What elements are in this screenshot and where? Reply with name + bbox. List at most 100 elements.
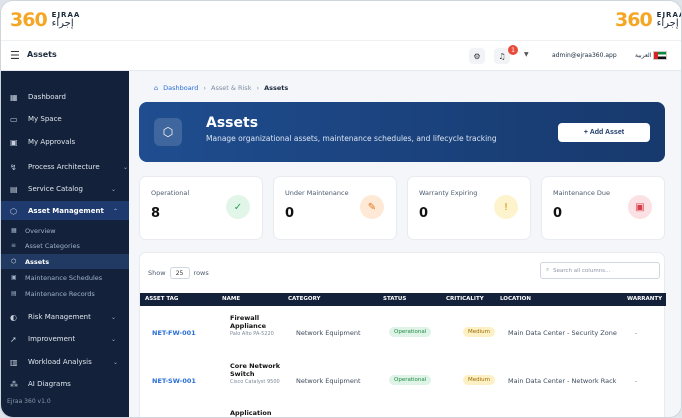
stat-label: Under Maintenance xyxy=(285,189,349,197)
sidebar-item-dashboard[interactable]: ▦ Dashboard xyxy=(1,87,129,107)
column-header[interactable]: LOCATION xyxy=(500,296,531,302)
sidebar-sub-maintenance-schedules[interactable]: ▣ Maintenance Schedules xyxy=(1,270,129,285)
column-header[interactable]: CRITICALITY xyxy=(446,296,484,302)
stat-label: Operational xyxy=(151,189,190,197)
asset-name-text: Core Network Switch xyxy=(230,362,281,378)
sidebar-sub-assets[interactable]: ⬡ Assets xyxy=(1,254,129,269)
calendar-icon: ▣ xyxy=(628,195,652,219)
stat-value: 0 xyxy=(285,206,295,221)
brand-name-ar: إجراء xyxy=(51,17,74,29)
brand-name-ar-right: إجراء xyxy=(656,17,679,29)
add-asset-button[interactable]: + Add Asset xyxy=(558,123,650,142)
column-header[interactable]: CATEGORY xyxy=(288,296,320,302)
table-row[interactable]: Application xyxy=(140,408,666,417)
sidebar-item-asset-management[interactable]: ⬡ Asset Management ⌃ xyxy=(1,201,129,221)
version-label: Ejraa 360 v1.0 xyxy=(7,398,51,405)
stat-value: 8 xyxy=(151,206,161,221)
sidebar-item-label: Improvement xyxy=(28,335,76,343)
page-size-control: Show 25 rows xyxy=(148,267,209,279)
asset-model: Palo Alto PA-5220 xyxy=(230,330,274,337)
page-header-banner: ⬡ Assets Manage organizational assets, m… xyxy=(139,102,665,162)
asset-tag-link[interactable]: NET-FW-001 xyxy=(152,329,196,337)
breadcrumb-parent[interactable]: Asset & Risk xyxy=(211,84,251,92)
chevron-down-icon[interactable]: ▼ xyxy=(524,51,529,58)
sidebar-item-label: Process Architecture xyxy=(28,163,100,171)
sidebar-item-my-space[interactable]: ▭ My Space xyxy=(1,109,129,129)
breadcrumb-separator: › xyxy=(256,84,260,92)
brand-logo[interactable]: 360 EJRAA إجراء xyxy=(10,9,80,31)
column-header[interactable]: WARRANTY xyxy=(627,296,662,302)
sidebar-item-ai-diagrams[interactable]: ⁂ AI Diagrams xyxy=(1,374,129,394)
page-size-value: 25 xyxy=(175,269,184,277)
user-email[interactable]: admin@ejraa360.app xyxy=(552,52,617,59)
sidebar-sub-overview[interactable]: ▦ Overview xyxy=(1,223,129,238)
asset-name: Firewall Appliance Palo Alto PA-5220 xyxy=(230,314,290,337)
status-badge: Operational xyxy=(389,375,432,385)
shield-alert-icon: ! xyxy=(494,195,518,219)
stat-value: 0 xyxy=(553,206,563,221)
asset-name-text: Application xyxy=(230,409,272,417)
sidebar-sub-maintenance-records[interactable]: ▤ Maintenance Records xyxy=(1,286,129,301)
sidebar-item-service-catalog[interactable]: ▤ Service Catalog ⌄ xyxy=(1,179,129,199)
home-icon[interactable]: ⌂ xyxy=(154,84,158,92)
main-content: ⌂ Dashboard › Asset & Risk › Assets ⬡ As… xyxy=(129,71,681,417)
app-window: 360 EJRAAإجراء 360 EJRAAإجراء ☰ Assets ⚙… xyxy=(0,0,682,418)
page-size-select[interactable]: 25 xyxy=(169,267,190,279)
language-toggle[interactable]: العربية xyxy=(635,52,651,59)
stat-card-operational: Operational 8 ✓ xyxy=(139,176,263,240)
asset-category: Network Equipment xyxy=(296,377,361,385)
chevron-up-icon: ⌃ xyxy=(113,207,119,215)
assets-table: Show 25 rows ⌕ Search all columns... ASS… xyxy=(139,252,666,417)
chevron-down-icon: ⌄ xyxy=(123,163,129,171)
sidebar-sub-label: Maintenance Schedules xyxy=(25,273,103,282)
search-input[interactable]: ⌕ Search all columns... xyxy=(540,262,660,279)
criticality-badge: Medium xyxy=(463,375,495,385)
sidebar-item-label: My Approvals xyxy=(28,138,76,146)
robot-icon[interactable]: ⚙ xyxy=(469,48,485,64)
calendar-icon: ▣ xyxy=(11,274,17,281)
folder-icon: ▭ xyxy=(10,114,18,124)
catalog-icon: ▤ xyxy=(10,184,18,194)
chart-icon: ▥ xyxy=(10,357,18,367)
dashboard-icon: ▦ xyxy=(10,92,18,102)
cube-icon: ⬡ xyxy=(10,206,17,216)
flow-icon: ↯ xyxy=(10,162,17,172)
clipboard-icon: ▤ xyxy=(11,290,17,297)
table-row[interactable]: NET-FW-001 Firewall Appliance Palo Alto P… xyxy=(140,313,666,355)
menu-icon[interactable]: ☰ xyxy=(10,49,20,62)
asset-name-text: Firewall Appliance xyxy=(230,314,267,330)
stat-value: 0 xyxy=(419,206,429,221)
cube-icon: ⬡ xyxy=(154,118,182,146)
search-placeholder: Search all columns... xyxy=(553,267,611,274)
chevron-down-icon: ⌄ xyxy=(111,335,117,343)
sidebar-item-my-approvals[interactable]: ▣ My Approvals xyxy=(1,132,129,152)
flag-icon[interactable] xyxy=(653,51,667,60)
asset-category: Network Equipment xyxy=(296,329,361,337)
column-header[interactable]: ASSET TAG xyxy=(145,296,178,302)
list-icon: ≡ xyxy=(11,242,17,249)
breadcrumb-home[interactable]: Dashboard xyxy=(163,84,198,92)
sidebar-sub-asset-categories[interactable]: ≡ Asset Categories xyxy=(1,238,129,253)
column-header[interactable]: NAME xyxy=(222,296,240,302)
stat-label: Warranty Expiring xyxy=(419,189,478,197)
sidebar: ▦ Dashboard ▭ My Space ▣ My Approvals ↯ Proc… xyxy=(1,71,129,417)
page-subtitle: Manage organizational assets, maintenanc… xyxy=(206,134,497,143)
table-header: ASSET TAG NAME CATEGORY STATUS CRITICALI… xyxy=(140,293,666,306)
table-row[interactable]: NET-SW-001 Core Network Switch Cisco Cata… xyxy=(140,361,666,403)
sidebar-item-process-architecture[interactable]: ↯ Process Architecture ⌄ xyxy=(1,157,129,177)
clipboard-icon: ▣ xyxy=(10,137,18,147)
sidebar-item-label: Workload Analysis xyxy=(28,358,92,366)
breadcrumb-separator: › xyxy=(203,84,207,92)
asset-location: Main Data Center - Security Zone xyxy=(508,329,617,337)
sidebar-item-risk-management[interactable]: ◐ Risk Management ⌄ xyxy=(1,307,129,327)
sidebar-item-workload-analysis[interactable]: ▥ Workload Analysis ⌄ xyxy=(1,352,129,372)
sidebar-item-improvement[interactable]: ➚ Improvement ⌄ xyxy=(1,329,129,349)
sidebar-item-label: Asset Management xyxy=(28,207,104,215)
sidebar-sub-label: Asset Categories xyxy=(25,241,80,250)
breadcrumb-current: Assets xyxy=(264,84,289,92)
asset-tag-link[interactable]: NET-SW-001 xyxy=(152,377,196,385)
sidebar-item-label: AI Diagrams xyxy=(28,380,71,388)
column-header[interactable]: STATUS xyxy=(383,296,406,302)
criticality-badge: Medium xyxy=(463,327,495,337)
top-bar: ☰ Assets ⚙ ♫ 1 ▼ admin@ejraa360.app العر… xyxy=(1,41,681,71)
